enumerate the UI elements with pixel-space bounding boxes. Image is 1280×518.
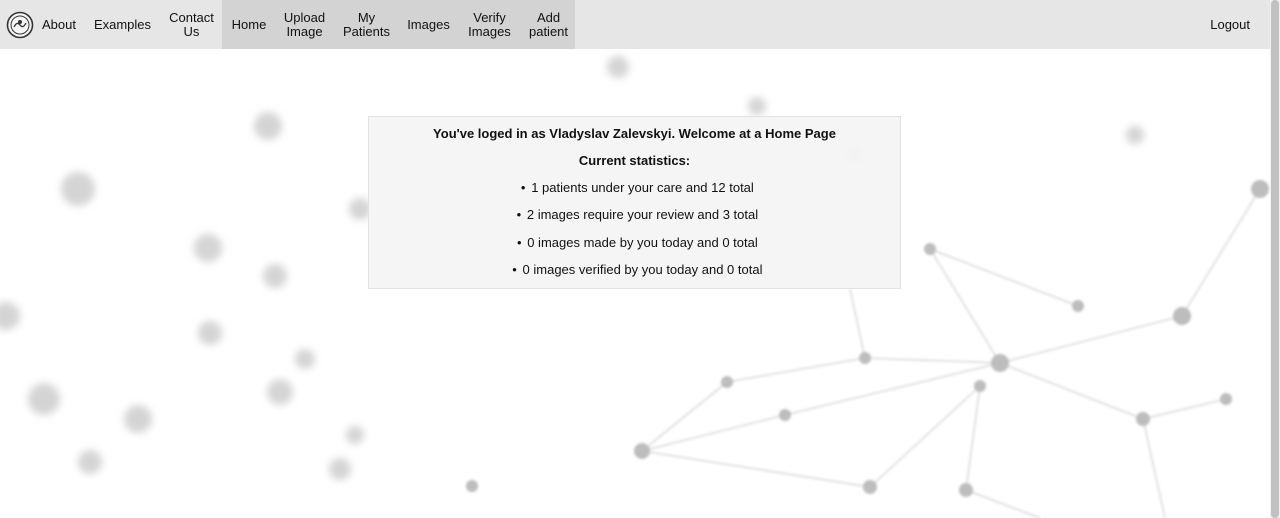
home-statistics-card: You've loged in as Vladyslav Zalevskyi. … bbox=[368, 116, 901, 289]
nav-item-home[interactable]: Home bbox=[222, 0, 276, 49]
nav-item-contact-us[interactable]: Contact Us bbox=[161, 0, 222, 49]
list-item: • 2 images require your review and 3 tota… bbox=[369, 207, 900, 234]
nav-label: Examples bbox=[93, 16, 152, 32]
nav-item-images[interactable]: Images bbox=[400, 0, 457, 49]
nav-label: My Patients bbox=[343, 9, 390, 39]
nav-label: Home bbox=[231, 16, 267, 32]
stat-text: 2 images require your review and 3 total bbox=[526, 207, 759, 223]
nav-item-my-patients[interactable]: My Patients bbox=[333, 0, 400, 49]
logout-button[interactable]: Logout bbox=[1190, 0, 1270, 49]
logo-icon[interactable] bbox=[0, 0, 34, 49]
list-item: • 1 patients under your care and 12 total bbox=[369, 180, 900, 207]
nav-label: Contact Us bbox=[169, 9, 214, 39]
nav-label: About bbox=[42, 16, 76, 32]
nav-item-verify-images[interactable]: Verify Images bbox=[457, 0, 522, 49]
bullet-icon: • bbox=[520, 180, 526, 195]
nav-label: Upload Image bbox=[283, 9, 326, 39]
list-item: • 0 images made by you today and 0 total bbox=[369, 235, 900, 262]
statistics-heading: Current statistics: bbox=[578, 153, 691, 168]
stat-text: 1 patients under your care and 12 total bbox=[531, 180, 754, 195]
scrollbar-thumb[interactable] bbox=[1271, 0, 1279, 518]
nav-item-add-patient[interactable]: Add patient bbox=[522, 0, 575, 49]
statistics-list: • 1 patients under your care and 12 total… bbox=[369, 180, 900, 289]
bullet-icon: • bbox=[512, 261, 517, 277]
nav-label: Verify Images bbox=[468, 9, 511, 39]
welcome-message: You've loged in as Vladyslav Zalevskyi. … bbox=[433, 126, 836, 141]
bullet-icon: • bbox=[516, 207, 522, 223]
stat-text: 0 images made by you today and 0 total bbox=[527, 234, 758, 250]
bullet-icon: • bbox=[516, 234, 522, 250]
nav-group-user: Home Upload Image My Patients Images Verif… bbox=[222, 0, 575, 49]
list-item: • 0 images verified by you today and 0 to… bbox=[369, 262, 900, 289]
nav-label: Images bbox=[407, 16, 450, 32]
top-navbar: About Examples Contact Us Home Upload Imag… bbox=[0, 0, 1270, 49]
nav-item-examples[interactable]: Examples bbox=[84, 0, 161, 49]
nav-label: Add patient bbox=[528, 9, 569, 39]
nav-item-upload-image[interactable]: Upload Image bbox=[276, 0, 333, 49]
vertical-scrollbar[interactable] bbox=[1270, 0, 1280, 518]
nav-item-about[interactable]: About bbox=[34, 0, 84, 49]
stat-text: 0 images verified by you today and 0 tot… bbox=[522, 261, 763, 277]
